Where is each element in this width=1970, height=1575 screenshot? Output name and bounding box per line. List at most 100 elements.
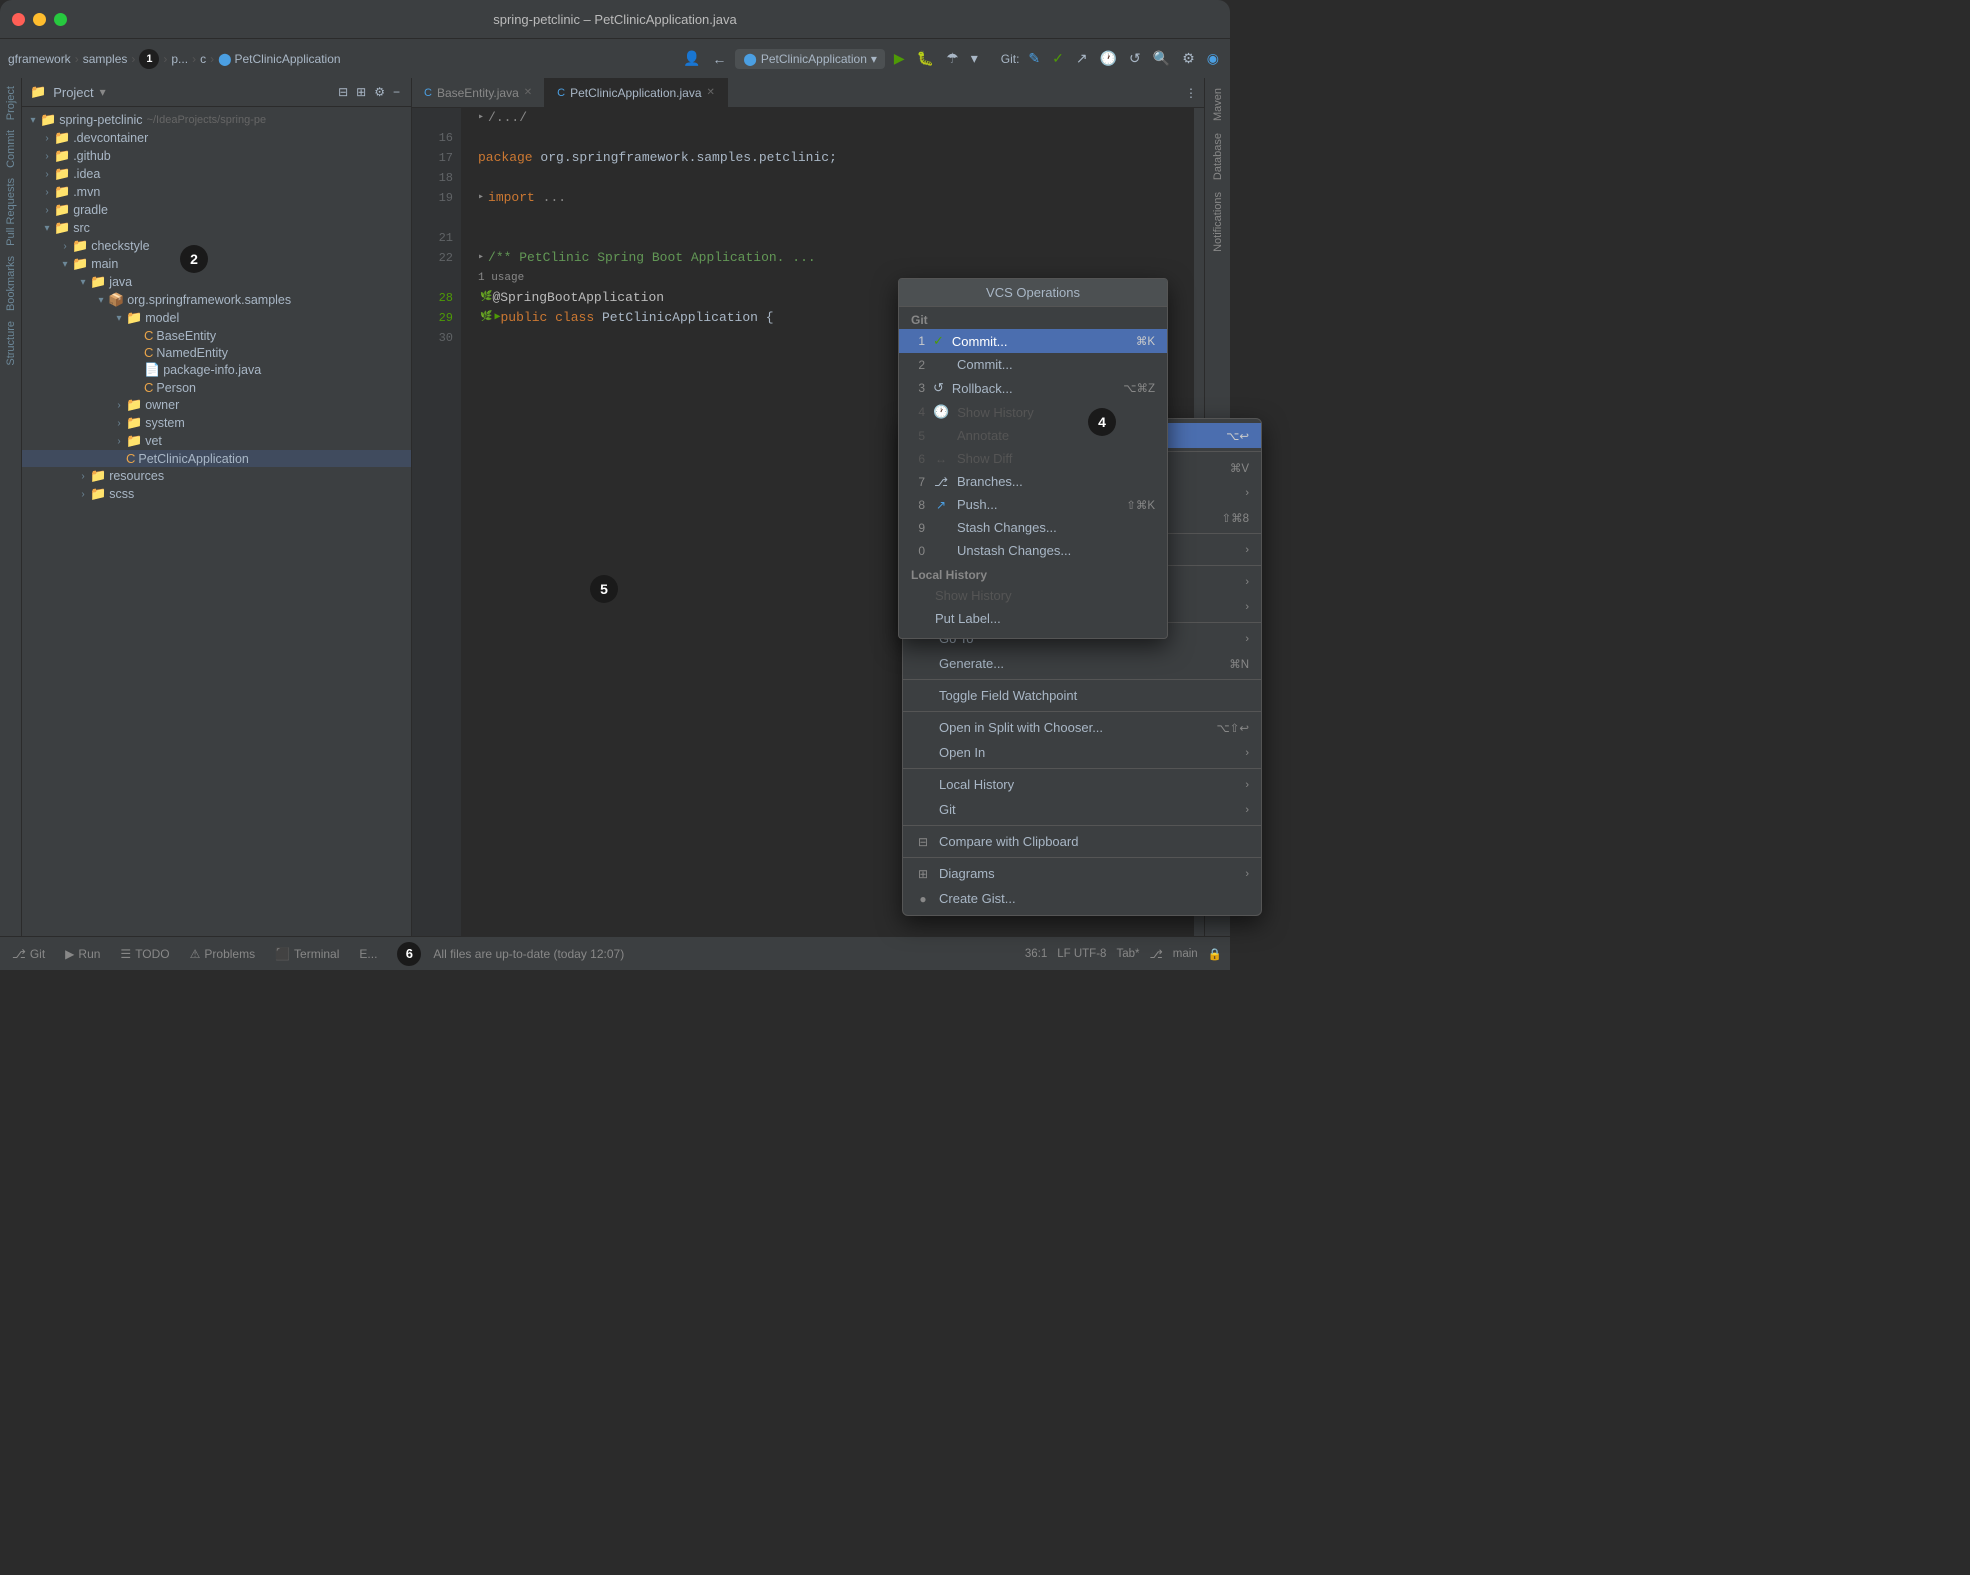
project-equalize-btn[interactable]: ⊟ xyxy=(335,82,351,102)
project-close-btn[interactable]: − xyxy=(390,82,403,102)
ctx-local-history[interactable]: Local History › xyxy=(903,772,1261,797)
tree-item-packageinfo[interactable]: › 📄 package-info.java xyxy=(22,361,411,379)
breadcrumb-samples[interactable]: samples xyxy=(83,52,128,66)
right-strip-maven[interactable]: Maven xyxy=(1212,82,1224,127)
debug-btn[interactable]: 🐛 xyxy=(914,47,937,70)
git-check-btn[interactable]: ✓ xyxy=(1049,47,1067,70)
git-history-btn[interactable]: 🕐 xyxy=(1097,47,1120,70)
mvn-arrow: › xyxy=(40,187,54,198)
sidebar-pull-requests-tab[interactable]: Pull Requests xyxy=(5,174,17,250)
close-button[interactable] xyxy=(12,13,25,26)
tree-item-checkstyle[interactable]: › 📁 checkstyle xyxy=(22,237,411,255)
bottom-tab-terminal[interactable]: ⬛ Terminal xyxy=(271,945,343,963)
tree-item-resources[interactable]: › 📁 resources xyxy=(22,467,411,485)
bottom-tab-run[interactable]: ▶ Run xyxy=(61,945,104,963)
tree-item-devcontainer[interactable]: › 📁 .devcontainer xyxy=(22,129,411,147)
tree-item-petclinicapp[interactable]: › C PetClinicApplication xyxy=(22,450,411,467)
toolbox-btn[interactable]: ◉ xyxy=(1204,47,1222,70)
ctx-open-in[interactable]: Open In › xyxy=(903,740,1261,765)
ctx-openin-arrow: › xyxy=(1245,747,1249,759)
project-collapse-btn[interactable]: ⊞ xyxy=(353,82,369,102)
ctx-open-split[interactable]: Open in Split with Chooser... ⌥⇧↩ xyxy=(903,715,1261,740)
tree-item-root[interactable]: ▾ 📁 spring-petclinic ~/IdeaProjects/spri… xyxy=(22,111,411,129)
bottom-tab-e[interactable]: E... xyxy=(355,945,381,963)
breadcrumb-p[interactable]: p... xyxy=(171,52,188,66)
vcs-annotate-label: Annotate xyxy=(957,428,1155,443)
ctx-create-gist[interactable]: ● Create Gist... xyxy=(903,886,1261,911)
tree-item-system[interactable]: › 📁 system xyxy=(22,414,411,432)
vcs-item-commit2[interactable]: 2 Commit... xyxy=(899,353,1167,376)
bottom-tab-problems[interactable]: ⚠ Problems xyxy=(186,945,259,963)
git-rollback-btn[interactable]: ↺ xyxy=(1126,47,1144,70)
e-tab-label: E... xyxy=(359,947,377,961)
breadcrumb-c[interactable]: c xyxy=(200,52,206,66)
fold-btn[interactable]: ▸ xyxy=(478,108,484,128)
tree-item-idea[interactable]: › 📁 .idea xyxy=(22,165,411,183)
right-strip-notifications[interactable]: Notifications xyxy=(1212,186,1224,258)
vcs-item-commit1[interactable]: 1 ✓ Commit... ⌘K xyxy=(899,329,1167,353)
tree-item-gradle[interactable]: › 📁 gradle xyxy=(22,201,411,219)
tree-item-src[interactable]: ▾ 📁 src xyxy=(22,219,411,237)
search-btn[interactable]: 🔍 xyxy=(1150,47,1173,70)
tab-petclinicapp-close[interactable]: ✕ xyxy=(707,87,715,98)
tree-item-scss[interactable]: › 📁 scss xyxy=(22,485,411,503)
vcs-check-icon: ✓ xyxy=(933,333,944,349)
settings-btn[interactable]: ⚙ xyxy=(1179,47,1198,70)
git-pencil-btn[interactable]: ✎ xyxy=(1025,47,1043,70)
spacer1 xyxy=(987,56,995,62)
tree-item-github[interactable]: › 📁 .github xyxy=(22,147,411,165)
comment-fold-btn[interactable]: ▸ xyxy=(478,248,484,268)
coverage-btn[interactable]: ☂ xyxy=(943,47,962,70)
vcs-annotate-btn[interactable]: 👤 xyxy=(680,47,703,70)
sidebar-project-tab[interactable]: Project xyxy=(5,82,17,124)
vcs-item-push[interactable]: 8 ↗ Push... ⇧⌘K xyxy=(899,493,1167,516)
tree-item-java[interactable]: ▾ 📁 java xyxy=(22,273,411,291)
ctx-generate[interactable]: Generate... ⌘N xyxy=(903,651,1261,676)
bottom-tab-todo[interactable]: ☰ TODO xyxy=(116,945,173,963)
vcs-item-branches[interactable]: 7 ⎇ Branches... xyxy=(899,470,1167,493)
tab-petclinicapp[interactable]: C PetClinicApplication.java ✕ xyxy=(545,78,728,107)
vcs-item-stash[interactable]: 9 Stash Changes... xyxy=(899,516,1167,539)
run-btn[interactable]: ▶ xyxy=(891,47,908,70)
import-ellipsis: ... xyxy=(543,188,566,208)
breadcrumb-gframework[interactable]: gframework xyxy=(8,52,71,66)
more-run-btn[interactable]: ▾ xyxy=(968,47,981,70)
tree-item-mvn[interactable]: › 📁 .mvn xyxy=(22,183,411,201)
ctx-git[interactable]: Git › xyxy=(903,797,1261,822)
vcs-item-unstash[interactable]: 0 Unstash Changes... xyxy=(899,539,1167,562)
import-fold-btn[interactable]: ▸ xyxy=(478,188,484,208)
sidebar-commit-tab[interactable]: Commit xyxy=(5,126,17,172)
tabs-more-btn[interactable]: ⋮ xyxy=(1182,83,1200,103)
ctx-toggle-watchpoint[interactable]: Toggle Field Watchpoint xyxy=(903,683,1261,708)
ctx-compare-clipboard[interactable]: ⊟ Compare with Clipboard xyxy=(903,829,1261,854)
tree-item-model[interactable]: ▾ 📁 model xyxy=(22,309,411,327)
tab-baseentity-close[interactable]: ✕ xyxy=(524,87,532,98)
project-dropdown-arrow[interactable]: ▾ xyxy=(100,85,106,99)
tree-item-baseentity[interactable]: › C BaseEntity xyxy=(22,327,411,344)
tree-item-namedentity[interactable]: › C NamedEntity xyxy=(22,344,411,361)
right-strip-database[interactable]: Database xyxy=(1212,127,1224,186)
git-push-btn[interactable]: ↗ xyxy=(1073,47,1091,70)
tree-item-org[interactable]: ▾ 📦 org.springframework.samples xyxy=(22,291,411,309)
tree-item-vet[interactable]: › 📁 vet xyxy=(22,432,411,450)
project-settings-btn[interactable]: ⚙ xyxy=(371,82,388,102)
run-config-selector[interactable]: ⬤ PetClinicApplication ▾ xyxy=(735,49,885,69)
breadcrumb-app[interactable]: ⬤ PetClinicApplication xyxy=(218,52,341,66)
sidebar-bookmarks-tab[interactable]: Bookmarks xyxy=(5,252,17,315)
vcs-item-rollback[interactable]: 3 ↺ Rollback... ⌥⌘Z xyxy=(899,376,1167,400)
bottom-tab-git[interactable]: ⎇ Git xyxy=(8,945,49,963)
badge-4-overlay: 4 xyxy=(1088,408,1116,436)
minimize-button[interactable] xyxy=(33,13,46,26)
maximize-button[interactable] xyxy=(54,13,67,26)
sidebar-structure-tab[interactable]: Structure xyxy=(5,317,17,370)
tree-item-person[interactable]: › C Person xyxy=(22,379,411,396)
vcs-item-annotate: 5 Annotate xyxy=(899,424,1167,447)
line-num-22: 22 xyxy=(420,248,453,268)
tree-item-owner[interactable]: › 📁 owner xyxy=(22,396,411,414)
tree-item-main[interactable]: ▾ 📁 main xyxy=(22,255,411,273)
back-btn[interactable]: ← xyxy=(709,48,729,70)
vcs-lh-put-label: Put Label... xyxy=(935,611,1155,626)
ctx-diagrams[interactable]: ⊞ Diagrams › xyxy=(903,861,1261,886)
vcs-item-lh-label[interactable]: Put Label... xyxy=(899,607,1167,630)
tab-baseentity[interactable]: C BaseEntity.java ✕ xyxy=(412,78,545,107)
